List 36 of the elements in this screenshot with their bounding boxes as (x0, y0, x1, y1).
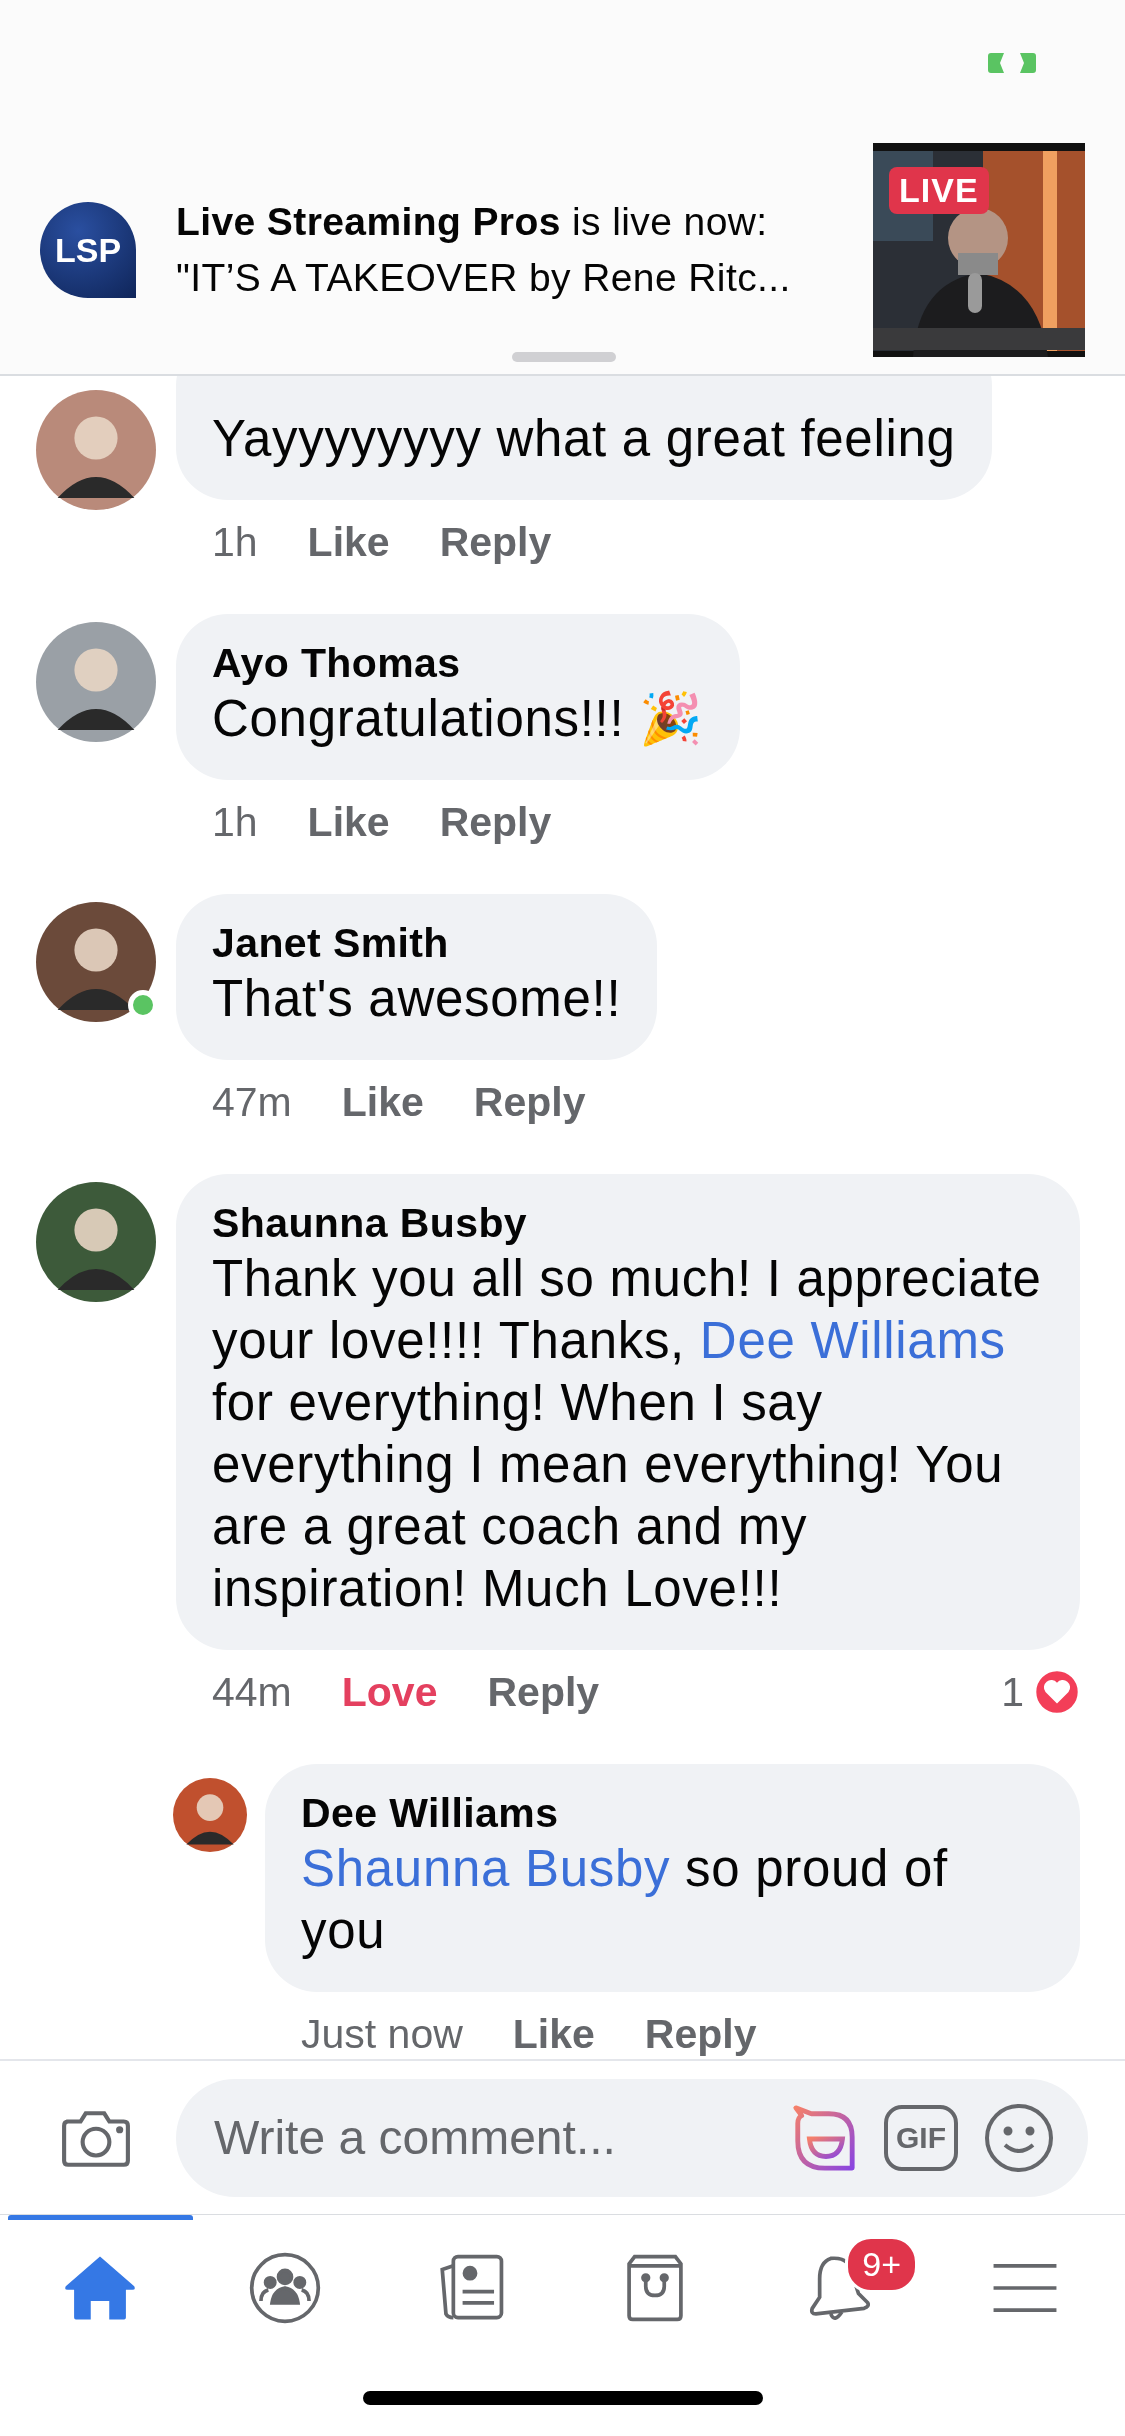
notification-message: "IT’S A TAKEOVER by Rene Ritc... (176, 255, 792, 301)
comment-text: Congratulations!!! 🎉 (212, 689, 704, 749)
comment-time: 1h (212, 518, 258, 566)
reply-button[interactable]: Reply (487, 1668, 600, 1716)
reaction-button[interactable]: Like (341, 1078, 424, 1126)
comment-text: Yayyyyyyyy what a great feeling (212, 409, 956, 469)
comment-text: Thank you all so much! I appreciate your love!!!! Thanks, Dee Williams for everything! When I say everything I mean everything! You are a great coach and my inspiration! Much Love!!! (212, 1249, 1043, 1619)
live-notification-toast[interactable]: LSP Live Streaming Pros is live now: "IT’S A TAKEOVER by Rene Ritc... LIVE (0, 0, 1125, 376)
notification-action: is live now: (572, 200, 768, 243)
reply-button[interactable]: Reply (473, 1078, 586, 1126)
live-badge: LIVE (889, 167, 989, 214)
reply-button[interactable]: Reply (439, 798, 552, 846)
comment-time: 47m (212, 1078, 292, 1126)
reaction-count[interactable]: 1 (1001, 1668, 1024, 1716)
commenter-name[interactable]: Shaunna Busby (212, 1198, 1044, 1248)
notification-sender: Live Streaming Pros (176, 200, 561, 243)
comment-time: 1h (212, 798, 258, 846)
comment-text: Shaunna Busby so proud of you (301, 1839, 949, 1961)
reaction-button[interactable]: Like (307, 518, 390, 566)
reply-button[interactable]: Reply (644, 2010, 757, 2058)
gif-button[interactable]: GIF (884, 2104, 958, 2171)
app-logo: LSP (40, 202, 136, 298)
mention-link[interactable]: Shaunna Busby (301, 1840, 671, 1897)
commenter-name[interactable]: Ayo Thomas (212, 638, 704, 688)
commenter-name[interactable]: Janet Smith (212, 918, 622, 968)
comment-input-field[interactable]: Write a comment... GIF (176, 2078, 1088, 2197)
reply-button[interactable]: Reply (439, 518, 552, 566)
commenter-name[interactable]: Dee Williams (301, 1788, 1044, 1838)
comment-text: That's awesome!! (212, 969, 622, 1029)
mention-link[interactable]: Dee Williams (699, 1312, 1006, 1369)
comment-time: Just now (301, 2010, 463, 2058)
reaction-button[interactable]: Like (307, 798, 390, 846)
comment-time: 44m (212, 1668, 292, 1716)
reaction-button[interactable]: Love (341, 1668, 438, 1716)
reaction-button[interactable]: Like (512, 2010, 595, 2058)
notifications-tab[interactable]: 9+ (747, 2215, 933, 2355)
